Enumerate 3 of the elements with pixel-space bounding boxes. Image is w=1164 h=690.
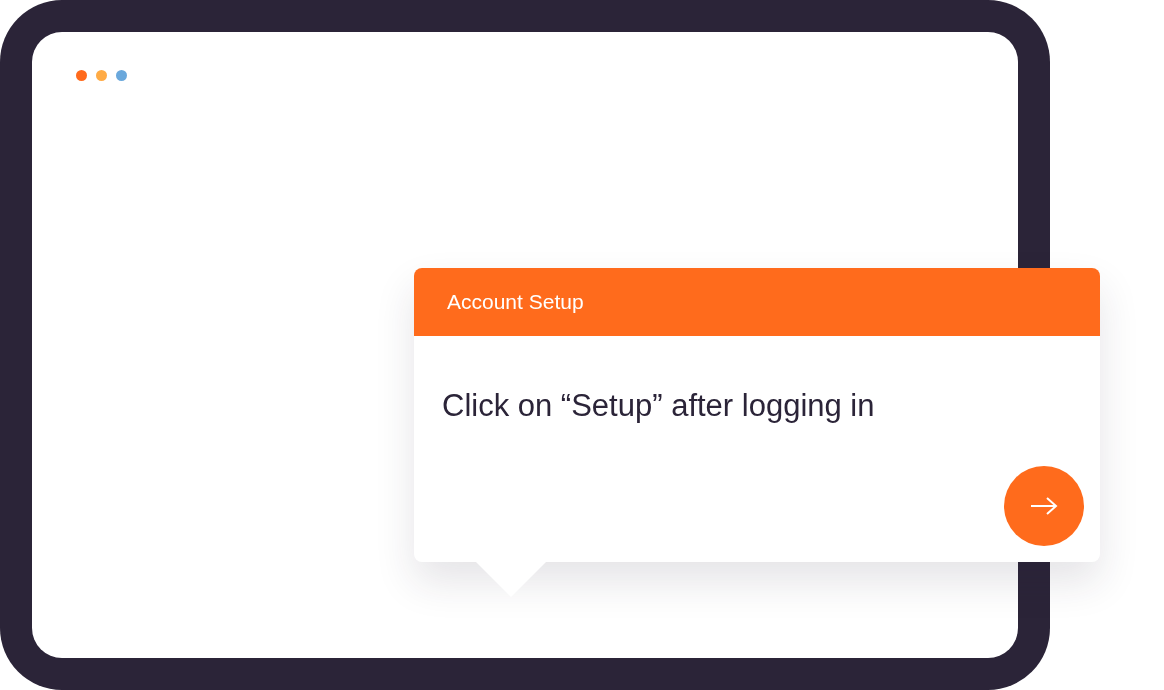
tooltip-message: Click on “Setup” after logging in — [442, 388, 876, 424]
tooltip-title: Account Setup — [447, 290, 584, 314]
arrow-right-icon — [1030, 496, 1058, 516]
